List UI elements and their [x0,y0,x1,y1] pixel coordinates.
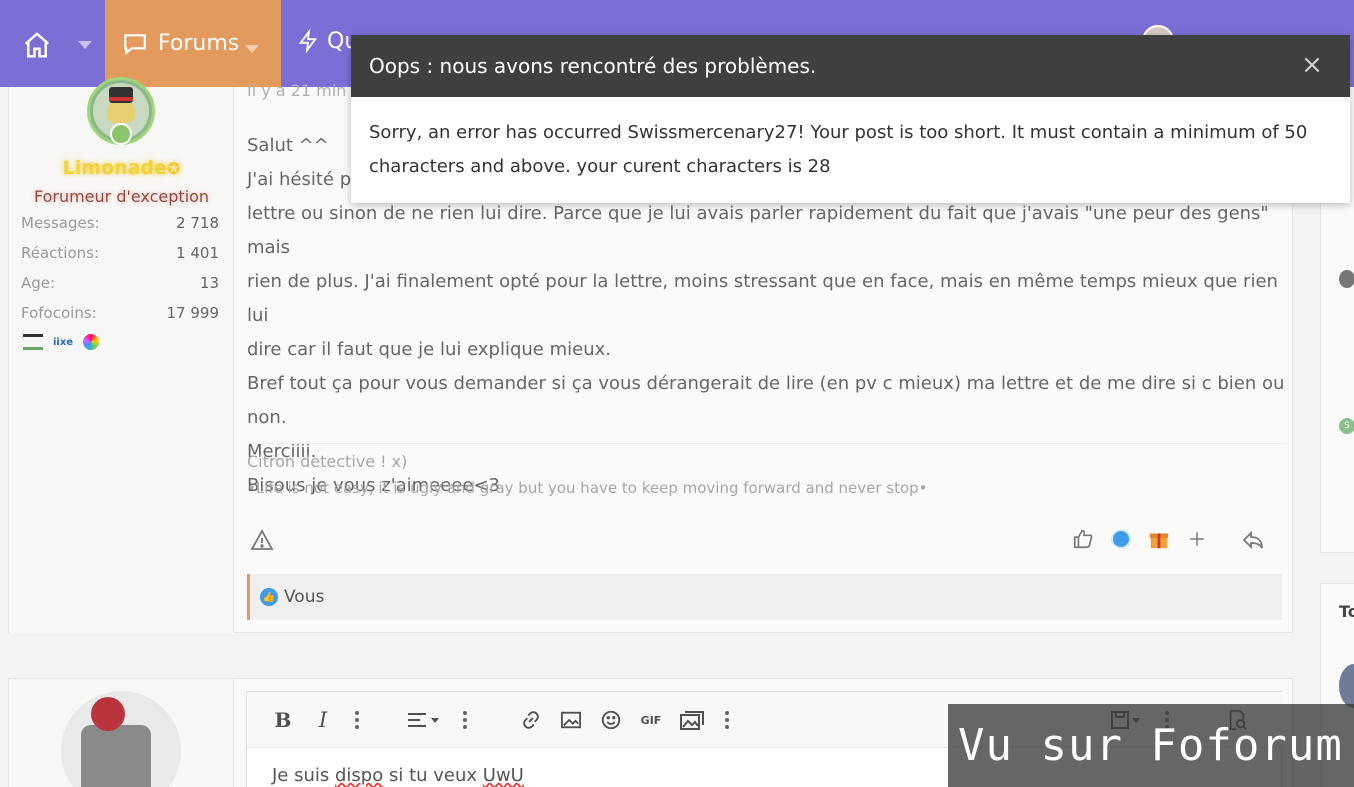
editor-text-fragment: si tu veux [383,765,483,786]
more-options-icon[interactable] [725,708,729,732]
stat-value: 1 401 [176,244,219,262]
error-message: Sorry, an error has occurred Swissmercen… [369,122,1308,177]
username[interactable]: Limonade✪ [9,157,234,179]
reactions-text[interactable]: Vous [284,587,324,607]
align-button[interactable] [405,708,441,732]
stat-label: Réactions: [21,244,100,262]
badge-icon[interactable] [23,334,43,350]
italic-button[interactable]: I [313,708,333,732]
badge-rainbow-icon[interactable] [83,334,100,350]
misspelled-word: dispo [335,765,384,786]
post-text-line: non. [247,407,287,428]
user-title: Forumeur d'exception [33,187,210,206]
editor-text-fragment: Je suis [272,765,335,786]
add-reaction-icon[interactable] [1185,527,1209,551]
post-actions [1071,527,1209,551]
post-text-line: Bref tout ça pour vous demander si ça vo… [247,373,1285,394]
stat-reactions: Réactions: 1 401 [21,244,219,262]
error-dialog-title: Oops : nous avons rencontré des problème… [369,54,817,78]
stat-label: Messages: [21,214,100,232]
report-warning-icon[interactable] [249,528,275,556]
like-reaction-icon[interactable] [1109,527,1133,551]
avatar[interactable] [61,691,181,787]
chevron-down-icon[interactable] [78,36,92,55]
misspelled-word: UwU [482,765,524,786]
post-text-line: lettre ou sinon de ne rien lui dire. Par… [247,203,1269,258]
gift-icon[interactable] [1147,527,1171,551]
username-text[interactable]: Limonade [63,157,167,179]
post-text-line: dire car il faut que je lui explique mie… [247,339,611,360]
like-icon[interactable] [1071,527,1095,551]
post-text-line: rien de plus. J'ai finalement opté pour … [247,271,1278,326]
reply-user-panel [9,679,234,787]
emoji-icon[interactable] [599,708,623,732]
stat-value: 13 [199,274,219,292]
image-icon[interactable] [559,708,583,732]
badge-iixe[interactable]: iixe [53,337,73,348]
stat-messages: Messages: 2 718 [21,214,219,232]
stat-age: Age: 13 [21,274,219,292]
more-options-icon[interactable] [463,708,467,732]
stat-fofocoins: Fofocoins: 17 999 [21,304,219,322]
more-options-icon[interactable] [355,708,359,732]
reactions-bar[interactable]: 👍 Vous [247,574,1282,620]
stat-value: 17 999 [166,304,220,322]
reply-editor-text[interactable]: Je suis dispo si tu veux UwU [272,765,524,786]
media-gallery-icon[interactable] [679,708,705,732]
nav-tab-forums[interactable]: Forums [105,0,281,87]
gif-button[interactable]: GIF [639,708,663,732]
signature-line: Citron detective ! x) [247,452,408,471]
sidebar-avatar[interactable]: S [1339,418,1354,434]
home-icon[interactable] [22,30,52,60]
close-icon[interactable]: × [1298,50,1326,80]
user-badges: iixe [23,334,100,350]
lightning-icon [298,28,318,54]
nav-tab-quick[interactable]: Qu [297,28,358,54]
watermark: Vu sur Foforum [948,704,1354,787]
align-icon [408,713,439,727]
bold-button[interactable]: B [273,708,293,732]
nav-tab-forums-label: Forums [158,31,240,56]
chevron-down-icon[interactable] [245,36,269,61]
sidebar-avatar[interactable] [1339,664,1354,708]
error-dialog-header: Oops : nous avons rencontré des problème… [351,35,1350,97]
stat-label: Fofocoins: [21,304,97,322]
stat-value: 2 718 [176,214,219,232]
signature: Citron detective ! x) •Life is not easy,… [247,443,1287,502]
post-timestamp[interactable]: Il y a 21 min [247,81,346,100]
sidebar-title: To [1339,602,1354,621]
online-status-icon [110,123,132,145]
post-user-panel: Limonade✪ Forumeur d'exception Messages:… [9,77,234,633]
error-dialog: Oops : nous avons rencontré des problème… [351,35,1350,203]
signature-line: •Life is not easy, it is ugly and gray b… [247,479,928,497]
like-reaction-icon: 👍 [260,588,278,606]
chat-icon [124,33,146,55]
verified-icon: ✪ [166,159,181,178]
reply-icon[interactable] [1240,528,1266,556]
sidebar-avatar[interactable] [1339,270,1354,288]
link-icon[interactable] [519,708,543,732]
stat-label: Age: [21,274,56,292]
